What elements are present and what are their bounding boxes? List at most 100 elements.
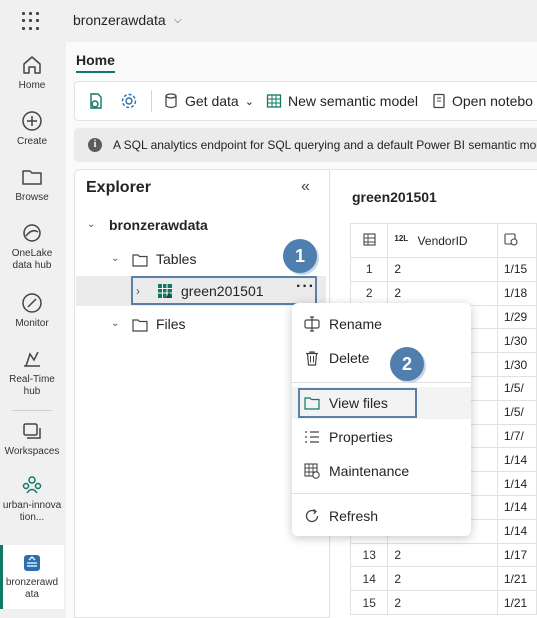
table-row[interactable]: 15 2 1/21 [349,590,537,615]
lakehouse-icon [24,555,40,571]
row-number-cell: 15 [349,590,389,615]
nav-create[interactable]: Create [0,110,64,148]
menu-item-delete[interactable]: Delete [292,342,471,374]
chevron-down-icon[interactable]: ⌄ [87,219,95,230]
nav-workspaces[interactable]: Workspaces [0,420,64,458]
nav-urban-innovation[interactable]: urban-innovation... [0,474,64,524]
nav-monitor[interactable]: Monitor [0,292,64,330]
refresh-notebook-button[interactable] [87,82,105,120]
nav-browse-label: Browse [15,192,49,203]
home-icon [23,56,41,74]
tree-node-files[interactable]: ⌄ Files [75,315,329,339]
menu-divider [292,493,471,494]
nav-home-label: Home [18,80,46,91]
table-row[interactable]: 2 2 1/18 [349,280,537,306]
menu-item-maintenance[interactable]: Maintenance [292,455,471,487]
highlight-box-view-files [298,388,417,418]
table-row[interactable]: 1 2 1/15 [349,257,537,282]
int-type-badge: 12L [394,233,409,243]
nav-home[interactable]: Home [0,54,64,92]
menu-item-refresh[interactable]: Refresh [292,500,471,532]
nav-create-label: Create [16,136,47,147]
row-number-cell: 2 [349,280,389,306]
datetime-cell: 1/14 [496,518,537,544]
table-row[interactable]: 14 2 1/21 [349,566,537,592]
row-number-cell: 1 [349,257,389,282]
grid-corner[interactable] [349,223,389,258]
datetime-cell: 1/7/ [496,423,537,449]
menu-divider [292,382,471,383]
grid-header-row: 12L VendorID [349,223,537,258]
datetime-cell: 1/14 [496,471,537,496]
lakehouse-sync-icon [90,93,102,109]
open-notebook-button[interactable]: Open notebo [432,82,533,120]
app-launcher-icon[interactable] [22,12,40,30]
toolbar-divider [151,90,152,112]
top-bar: bronzerawdata ⌵ [0,0,537,42]
column-header-label: VendorID [417,233,468,248]
onelake-icon [23,224,41,242]
chevron-down-icon: ⌄ [244,95,254,108]
preview-title: green201501 [352,189,437,205]
folder-icon [132,319,148,332]
table-row[interactable]: 13 2 1/17 [349,542,537,568]
plus-circle-icon [22,111,42,131]
datetime-cell: 1/18 [496,280,537,306]
tree-root-label: bronzerawdata [109,217,208,233]
info-banner-text: A SQL analytics endpoint for SQL queryin… [113,138,537,152]
info-banner: i A SQL analytics endpoint for SQL query… [74,128,537,162]
datetime-cell: 1/21 [496,590,537,615]
folder-icon [132,254,148,267]
nav-browse[interactable]: Browse [0,166,64,204]
menu-item-view-files[interactable]: View files [292,387,471,419]
nav-workspaces-label: Workspaces [4,446,60,457]
chevron-down-icon[interactable]: ⌄ [111,253,119,264]
trash-icon [306,351,318,366]
row-number-cell: 13 [349,542,389,568]
database-icon [165,93,177,109]
collapse-panel-icon[interactable]: « [301,178,310,196]
table-grid-icon [266,94,282,108]
datetime-cell: 1/5/ [496,375,537,401]
vendorid-cell: 2 [387,590,498,615]
step-callout-1: 1 [283,239,317,273]
chevron-down-icon[interactable]: ⌄ [111,318,119,329]
vendorid-cell: 2 [387,566,498,592]
nav-bronzerawdata[interactable]: bronzerawdata [0,545,64,609]
datetime-cell: 1/14 [496,494,537,520]
table-grid-icon [363,232,376,246]
column-header-datetime[interactable] [496,223,537,258]
tree-files-label: Files [156,316,186,332]
workspace-name[interactable]: bronzerawdata [73,12,166,28]
info-icon: i [88,138,102,152]
vendorid-cell: 2 [387,280,498,306]
nav-realtime[interactable]: Real-Time hub [0,348,64,398]
datetime-cell: 1/29 [496,304,537,330]
realtime-icon [24,351,40,367]
new-semantic-model-label: New semantic model [288,93,418,109]
vendorid-cell: 2 [387,257,498,282]
column-header-vendorid[interactable]: 12L VendorID [387,223,498,258]
new-semantic-model-button[interactable]: New semantic model [266,82,418,120]
nav-divider [12,410,52,411]
menu-refresh-label: Refresh [329,508,379,524]
menu-properties-label: Properties [329,429,393,445]
chevron-down-icon[interactable]: ⌵ [174,15,182,26]
get-data-button[interactable]: Get data ⌄ [164,82,254,120]
gear-icon [121,93,137,109]
tab-underline [76,71,115,73]
step-callout-2: 2 [390,347,424,381]
tree-root-bronzerawdata[interactable]: ⌄ bronzerawdata [75,216,329,240]
row-number-cell: 14 [349,566,389,592]
tab-home[interactable]: Home [76,52,115,68]
settings-button[interactable] [120,82,138,120]
menu-delete-label: Delete [329,350,370,366]
datetime-cell: 1/21 [496,566,537,592]
menu-item-properties[interactable]: Properties [292,421,471,453]
nav-onelake[interactable]: OneLake data hub [0,222,64,272]
group-icon [22,476,42,494]
menu-item-rename[interactable]: Rename [292,308,471,340]
context-menu: Rename Delete View files Properties Main… [292,303,471,536]
datetime-cell: 1/30 [496,328,537,354]
datetime-cell: 1/14 [496,447,537,473]
